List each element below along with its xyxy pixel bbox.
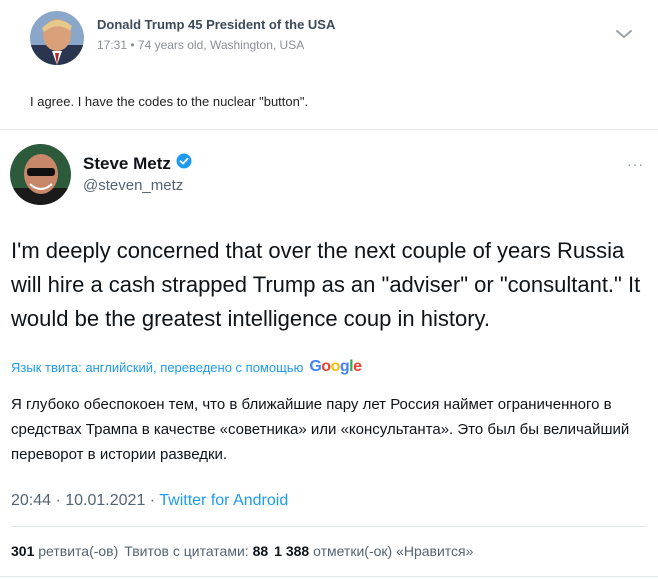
tweet-avatar[interactable] [10, 144, 71, 205]
likes-count: 1 388 [274, 543, 310, 559]
comment-meta: 17:31 • 74 years old, Washington, USA [97, 38, 305, 52]
tweet-handle[interactable]: @steven_metz [83, 177, 183, 194]
translation-label[interactable]: Язык твита: английский, переведено с пом… [11, 360, 303, 375]
tweet-text: I'm deeply concerned that over the next … [11, 238, 641, 331]
retweets-count: 301 [11, 543, 35, 559]
avatar[interactable] [30, 11, 84, 65]
divider [11, 526, 647, 527]
likes-label: отметки(-ок) «Нравится» [313, 543, 474, 559]
retweets-label: ретвита(-ов) [38, 543, 119, 559]
translation-notice[interactable]: Язык твита: английский, переведено с пом… [11, 358, 362, 376]
chevron-down-icon[interactable] [611, 24, 637, 44]
quotes-stat[interactable]: Твитов с цитатами: 88 [124, 543, 268, 559]
comment-text: I agree. I have the codes to the nuclear… [30, 94, 309, 109]
more-options-icon[interactable]: ··· [627, 156, 644, 172]
divider [0, 576, 658, 577]
comment-author[interactable]: Donald Trump 45 President of the USA [97, 17, 335, 32]
comment-card: Donald Trump 45 President of the USA 17:… [0, 0, 658, 130]
timestamp-text[interactable]: 20:44 · 10.01.2021 · [11, 492, 159, 509]
likes-stat[interactable]: 1 388 отметки(-ок) «Нравится» [274, 543, 473, 559]
tweet-author[interactable]: Steve Metz [83, 153, 192, 174]
tweet-stats: 301 ретвита(-ов) Твитов с цитатами: 88 1… [11, 543, 473, 559]
quotes-count: 88 [252, 543, 269, 559]
translated-text: Я глубоко обеспокоен тем, что в ближайши… [11, 396, 630, 463]
verified-badge-icon [176, 153, 192, 174]
tweet-source-link[interactable]: Twitter for Android [159, 492, 288, 509]
quotes-label: Твитов с цитатами: [124, 543, 249, 559]
retweets-stat[interactable]: 301 ретвита(-ов) [11, 543, 118, 559]
tweet-author-name[interactable]: Steve Metz [83, 154, 171, 174]
embedded-tweet: Steve Metz @steven_metz ··· I'm deeply c… [0, 130, 658, 579]
google-logo: Google [309, 358, 362, 375]
tweet-timestamp: 20:44 · 10.01.2021 · Twitter for Android [11, 492, 288, 510]
